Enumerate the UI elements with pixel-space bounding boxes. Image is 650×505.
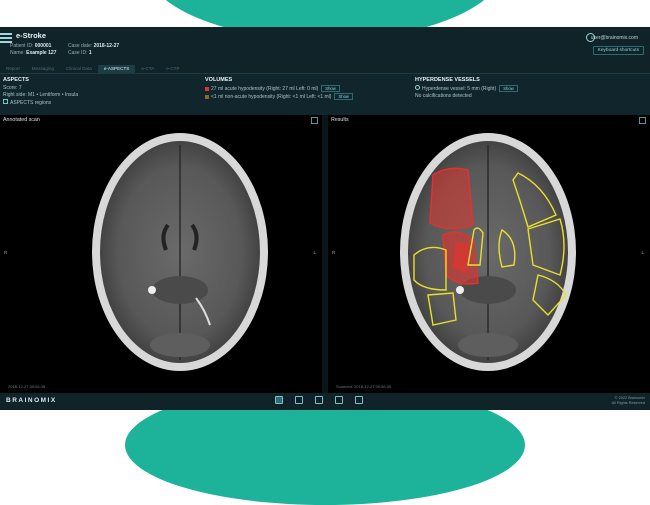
acute-volume-row: 27 ml acute hypodensity (Right: 27 ml Le… [205, 85, 353, 93]
layers-icon[interactable] [315, 396, 323, 404]
annotated-scan-panel[interactable]: Annotated scan R L 2018-12-27 09:56:35 [0, 115, 322, 393]
right-scan-timestamp: Scanned: 2018-12-27 09:56:35 [336, 384, 392, 389]
aspects-regions: Right side: M1 • Lentiform • Insula [3, 92, 79, 98]
aspects-section: ASPECTS Score: 7 Right side: M1 • Lentif… [3, 77, 78, 107]
left-scan-timestamp: 2018-12-27 09:56:35 [8, 384, 46, 389]
nonacute-volume-row: <1 ml non-acute hypodensity (Right: <1 m… [205, 93, 353, 101]
acute-swatch-icon [205, 86, 209, 91]
checkbox-icon[interactable] [3, 99, 8, 104]
patient-info-right: Case date: 2018-12-27 Case ID: 1 [68, 43, 120, 56]
ct-scan-left [92, 133, 268, 371]
copyright: © 2022 Brainomix All Rights Reserved [611, 396, 645, 405]
user-email[interactable]: user@brainomix.com [591, 35, 638, 41]
results-summary: ASPECTS Score: 7 Right side: M1 • Lentif… [0, 73, 650, 116]
vessels-section: HYPERDENSE VESSELS Hyperdense vessel: 5 … [415, 77, 518, 100]
keyboard-shortcuts-button[interactable]: Keyboard shortcuts [592, 46, 644, 55]
show-acute-button[interactable]: Show [321, 85, 340, 92]
brainomix-logo: BRAINOMIX [6, 397, 57, 404]
header-bar: e-Stroke Patient ID: 000001 Name: Exampl… [0, 27, 650, 65]
scan-icon[interactable] [295, 396, 303, 404]
viewer-toolbar [275, 396, 363, 404]
hyperdense-vessel-row: Hyperdense vessel: 5 mm (Right) Show [415, 85, 518, 93]
show-vessel-button[interactable]: Show [499, 85, 518, 92]
vessel-icon [415, 85, 420, 90]
export-icon[interactable] [355, 396, 363, 404]
volumes-heading: VOLUMES [205, 77, 233, 83]
tab-report[interactable]: Report [0, 65, 26, 73]
app-window: e-Stroke Patient ID: 000001 Name: Exampl… [0, 27, 650, 410]
calcification-row: No calcifications detected [415, 93, 472, 99]
app-title: e-Stroke [16, 31, 47, 40]
settings-icon[interactable] [335, 396, 343, 404]
tab-messaging[interactable]: Messaging [26, 65, 60, 73]
footer-bar: BRAINOMIX © 2022 Brainomix All Rights Re… [0, 393, 650, 410]
patient-info-left: Patient ID: 000001 Name: Example 127 [10, 43, 57, 56]
results-panel[interactable]: Results R L Scanned: 2018-12-27 09:56:35 [328, 115, 650, 393]
tab-e-cta[interactable]: e-CTA [135, 65, 160, 73]
tab-e-aspects[interactable]: e-ASPECTS [97, 65, 136, 73]
nonacute-swatch-icon [205, 94, 209, 99]
module-tabs: Report Messaging Clinical Data e-ASPECTS… [0, 65, 650, 73]
scan-viewer: Annotated scan R L 2018-12-27 09:56:35 R… [0, 115, 650, 393]
volumes-section: VOLUMES 27 ml acute hypodensity (Right: … [205, 77, 353, 101]
show-nonacute-button[interactable]: Show [334, 93, 353, 100]
aspects-score: Score: 7 [3, 85, 22, 91]
vessels-heading: HYPERDENSE VESSELS [415, 77, 480, 83]
menu-icon[interactable] [0, 33, 12, 43]
tab-e-ctp[interactable]: e-CTP [160, 65, 185, 73]
tab-clinical-data[interactable]: Clinical Data [60, 65, 98, 73]
ct-scan-results [400, 133, 576, 371]
info-icon[interactable] [275, 396, 283, 404]
aspects-heading: ASPECTS [3, 77, 29, 83]
aspects-regions-toggle[interactable]: ASPECTS regions [3, 99, 78, 107]
